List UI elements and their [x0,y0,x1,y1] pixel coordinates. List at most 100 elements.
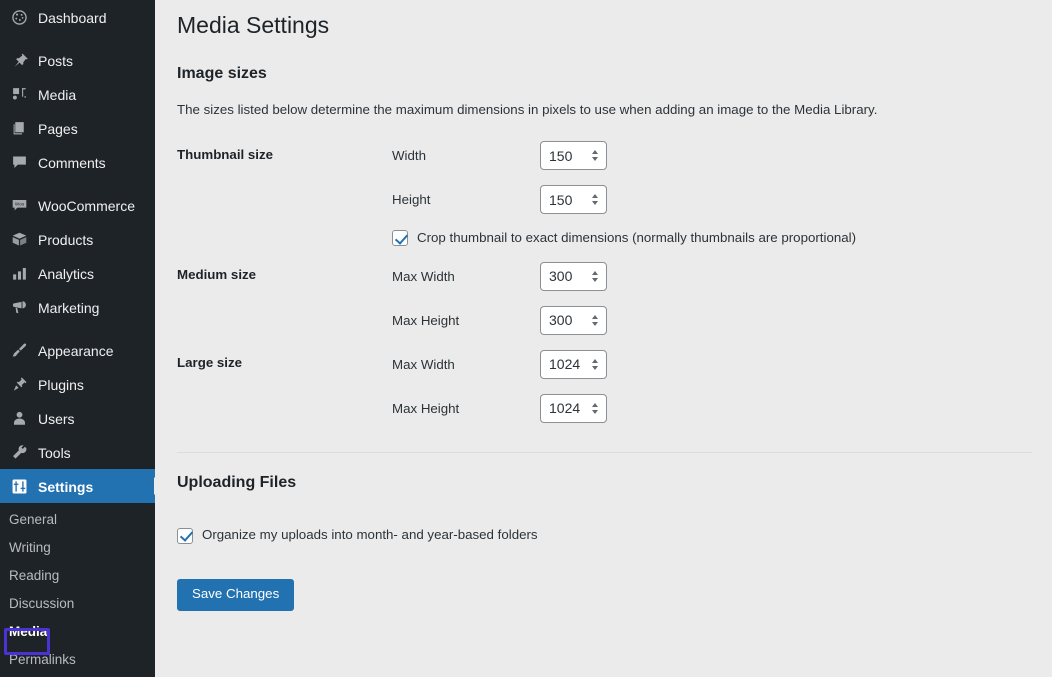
sidebar-item-label: Settings [38,479,93,494]
sidebar-item-posts[interactable]: Posts [0,43,155,77]
wrench-icon [9,442,29,462]
field-large-max-height: Max Height 1024 [392,393,1022,423]
sidebar-item-pages[interactable]: Pages [0,111,155,145]
sidebar-item-comments[interactable]: Comments [0,145,155,179]
stepper-up-icon[interactable] [592,315,598,319]
sidebar-item-label: Users [38,411,75,426]
submenu-item-writing[interactable]: Writing [0,534,155,562]
comments-icon [9,152,29,172]
sidebar-item-woocommerce[interactable]: Woo WooCommerce [0,188,155,222]
image-sizes-heading: Image sizes [177,65,1032,83]
medium-max-height-input[interactable]: 300 [540,306,607,335]
large-max-height-input[interactable]: 1024 [540,394,607,423]
stepper-down-icon[interactable] [592,366,598,370]
submenu-item-general[interactable]: General [0,506,155,534]
number-stepper[interactable] [588,397,602,419]
stepper-up-icon[interactable] [592,194,598,198]
field-large-max-width: Max Width 1024 [392,349,1022,379]
sidebar-item-media[interactable]: Media [0,77,155,111]
input-value: 1024 [541,400,588,416]
table-row-thumbnail-size: Thumbnail size Width 150 [177,134,1032,255]
stepper-down-icon[interactable] [592,201,598,205]
thumbnail-width-input[interactable]: 150 [540,141,607,170]
stepper-down-icon[interactable] [592,410,598,414]
row-fields-thumbnail-size: Width 150 Height [392,134,1032,255]
settings-submenu: General Writing Reading Discussion Media… [0,503,155,674]
stepper-up-icon[interactable] [592,359,598,363]
input-value: 150 [541,192,588,208]
number-stepper[interactable] [588,145,602,167]
field-label: Max Width [392,357,540,372]
sidebar-item-label: Marketing [38,300,99,315]
large-max-width-input[interactable]: 1024 [540,350,607,379]
image-sizes-description: The sizes listed below determine the max… [177,100,1032,120]
settings-content: Media Settings Image sizes The sizes lis… [155,0,1052,677]
stepper-down-icon[interactable] [592,278,598,282]
sidebar-item-tools[interactable]: Tools [0,435,155,469]
row-label-large-size: Large size [177,342,392,430]
sidebar-item-label: Analytics [38,266,94,281]
stepper-down-icon[interactable] [592,322,598,326]
number-stepper[interactable] [588,309,602,331]
sidebar-item-label: Comments [38,155,106,170]
input-value: 150 [541,148,588,164]
sidebar-separator [0,179,155,188]
medium-max-width-input[interactable]: 300 [540,262,607,291]
organize-uploads-checkbox[interactable] [177,528,193,544]
thumbnail-height-input[interactable]: 150 [540,185,607,214]
sidebar-item-products[interactable]: Products [0,222,155,256]
sidebar-separator [0,324,155,333]
woocommerce-icon: Woo [9,195,29,215]
field-medium-max-width: Max Width 300 [392,261,1022,291]
sidebar-item-settings[interactable]: Settings [0,469,155,503]
row-label-medium-size: Medium size [177,254,392,342]
sidebar-item-dashboard[interactable]: Dashboard [0,0,155,34]
input-value: 300 [541,268,588,284]
sidebar-item-label: Posts [38,53,73,68]
number-stepper[interactable] [588,353,602,375]
paintbrush-icon [9,340,29,360]
crop-thumbnail-label: Crop thumbnail to exact dimensions (norm… [417,229,856,248]
stepper-up-icon[interactable] [592,271,598,275]
uploading-files-heading: Uploading Files [177,474,1032,492]
page-title: Media Settings [177,0,1032,41]
sidebar-item-label: Dashboard [38,10,107,25]
submenu-item-discussion[interactable]: Discussion [0,590,155,618]
crop-thumbnail-row: Crop thumbnail to exact dimensions (norm… [392,229,1022,248]
sidebar-item-label: Products [38,232,93,247]
field-thumbnail-width: Width 150 [392,141,1022,171]
crop-thumbnail-checkbox[interactable] [392,230,408,246]
sidebar-item-label: WooCommerce [38,198,135,213]
section-divider [177,452,1032,453]
stepper-down-icon[interactable] [592,157,598,161]
sidebar-item-users[interactable]: Users [0,401,155,435]
products-box-icon [9,229,29,249]
image-sizes-table: Thumbnail size Width 150 [177,134,1032,431]
sidebar-item-label: Tools [38,445,71,460]
field-medium-max-height: Max Height 300 [392,305,1022,335]
submenu-item-reading[interactable]: Reading [0,562,155,590]
sidebar-item-appearance[interactable]: Appearance [0,333,155,367]
sidebar-item-marketing[interactable]: Marketing [0,290,155,324]
sidebar-item-plugins[interactable]: Plugins [0,367,155,401]
submenu-item-media[interactable]: Media [0,618,155,646]
pages-icon [9,118,29,138]
sidebar-item-analytics[interactable]: Analytics [0,256,155,290]
sidebar-item-label: Media [38,87,76,102]
sidebar-item-label: Appearance [38,343,114,358]
wordpress-admin-screen: Dashboard Posts Media [0,0,1052,677]
submenu-item-permalinks[interactable]: Permalinks [0,646,155,674]
row-fields-medium-size: Max Width 300 Max Height [392,254,1032,342]
sidebar-item-label: Plugins [38,377,84,392]
field-label: Max Width [392,269,540,284]
save-changes-button[interactable]: Save Changes [177,579,294,611]
stepper-up-icon[interactable] [592,403,598,407]
organize-uploads-label: Organize my uploads into month- and year… [202,526,538,545]
stepper-up-icon[interactable] [592,150,598,154]
number-stepper[interactable] [588,189,602,211]
megaphone-icon [9,297,29,317]
number-stepper[interactable] [588,265,602,287]
user-icon [9,408,29,428]
admin-sidebar: Dashboard Posts Media [0,0,155,677]
sidebar-separator [0,34,155,43]
